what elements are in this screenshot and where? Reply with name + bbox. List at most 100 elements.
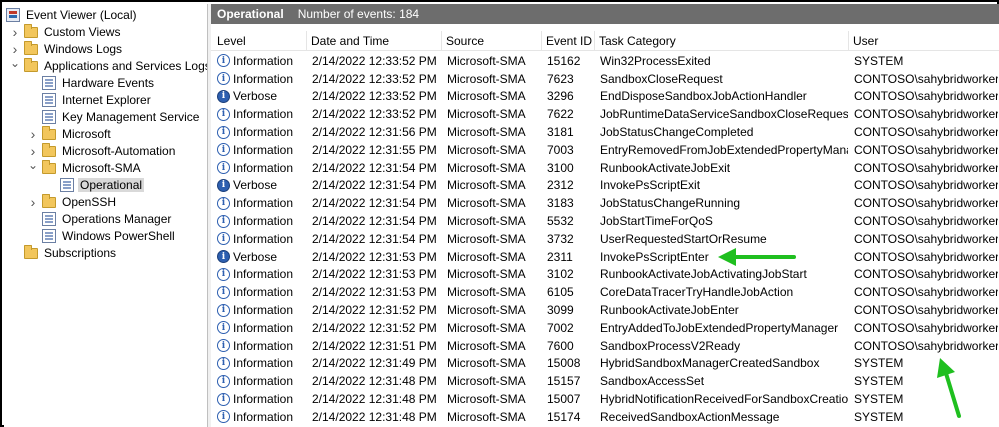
table-row[interactable]: i Information 2/14/2022 12:31:48 PM Microso… — [211, 408, 999, 426]
tree-item-microsoft-automation[interactable]: › Microsoft-Automation — [28, 142, 177, 159]
cell-event-id: 2312 — [547, 178, 574, 193]
tree-item-openssh[interactable]: › OpenSSH — [28, 193, 118, 210]
table-row[interactable]: i Information 2/14/2022 12:31:54 PM Microso… — [211, 212, 999, 230]
event-count: Number of events: 184 — [297, 7, 420, 21]
tree-root[interactable]: Event Viewer (Local) — [6, 6, 139, 23]
log-icon — [42, 92, 56, 107]
cell-level: i Information — [217, 70, 305, 88]
cell-level: i Information — [217, 301, 305, 319]
cell-date-time: 2/14/2022 12:31:54 PM — [312, 178, 437, 193]
table-row[interactable]: i Information 2/14/2022 12:31:51 PM Microso… — [211, 337, 999, 355]
table-row[interactable]: i Information 2/14/2022 12:31:54 PM Microso… — [211, 194, 999, 212]
table-row[interactable]: i Information 2/14/2022 12:31:52 PM Microso… — [211, 301, 999, 319]
table-row[interactable]: i Information 2/14/2022 12:31:53 PM Microso… — [211, 266, 999, 284]
cell-level: i Information — [217, 105, 305, 123]
chevron-right-icon[interactable]: › — [10, 24, 20, 40]
column-header-task-category[interactable]: Task Category — [595, 31, 849, 51]
information-icon: i — [217, 214, 230, 228]
cell-event-id: 15157 — [547, 374, 581, 389]
cell-date-time: 2/14/2022 12:31:55 PM — [312, 142, 437, 157]
column-header-event-id[interactable]: Event ID — [542, 31, 595, 51]
table-row[interactable]: i Information 2/14/2022 12:31:48 PM Microso… — [211, 390, 999, 408]
log-name: Operational — [217, 7, 284, 21]
table-row[interactable]: i Information 2/14/2022 12:31:55 PM Microso… — [211, 141, 999, 159]
information-icon: i — [217, 125, 230, 139]
table-row[interactable]: i Information 2/14/2022 12:31:52 PM Microso… — [211, 319, 999, 337]
cell-user: CONTOSO\sahybridworker — [854, 71, 998, 86]
cell-task-category: InvokePsScriptExit — [600, 178, 701, 193]
chevron-right-icon[interactable]: › — [28, 143, 38, 159]
cell-level: i Information — [217, 212, 305, 230]
folder-icon — [42, 160, 56, 174]
column-header-level[interactable]: Level — [213, 31, 307, 51]
table-row[interactable]: i Information 2/14/2022 12:31:48 PM Microso… — [211, 372, 999, 390]
table-row[interactable]: i Information 2/14/2022 12:33:52 PM Microso… — [211, 105, 999, 123]
table-row[interactable]: i Verbose 2/14/2022 12:33:52 PM Microsoft-S… — [211, 88, 999, 106]
table-row[interactable]: i Information 2/14/2022 12:31:54 PM Microso… — [211, 159, 999, 177]
cell-date-time: 2/14/2022 12:33:52 PM — [312, 107, 437, 122]
table-row[interactable]: i Information 2/14/2022 12:33:52 PM Microso… — [211, 70, 999, 88]
tree-item-microsoft-sma[interactable]: ⌄ Microsoft-SMA — [28, 158, 143, 176]
folder-icon — [24, 58, 38, 72]
chevron-down-icon[interactable]: ⌄ — [28, 158, 38, 172]
cell-event-id: 3102 — [547, 267, 574, 282]
tree-item-microsoft[interactable]: › Microsoft — [28, 125, 113, 142]
tree-item-operational[interactable]: Operational — [46, 176, 145, 193]
tree-item-label: OpenSSH — [62, 194, 117, 209]
tree-item-applications-and-services-logs[interactable]: ⌄ Applications and Services Logs — [10, 56, 207, 74]
tree-item-operations-manager[interactable]: Operations Manager — [28, 210, 173, 227]
chevron-down-icon[interactable]: ⌄ — [10, 56, 20, 70]
event-viewer-icon — [6, 7, 20, 22]
cell-date-time: 2/14/2022 12:31:54 PM — [312, 196, 437, 211]
information-icon: i — [217, 161, 230, 175]
column-header-date-and-time[interactable]: Date and Time — [307, 31, 442, 51]
information-icon: i — [217, 196, 230, 210]
cell-level: i Information — [217, 159, 305, 177]
table-row[interactable]: i Information 2/14/2022 12:33:52 PM Microso… — [211, 52, 999, 70]
cell-level: i Information — [217, 123, 305, 141]
cell-user: CONTOSO\sahybridworker — [854, 249, 998, 264]
cell-task-category: RunbookActivateJobEnter — [600, 303, 739, 318]
tree-item-windows-powershell[interactable]: Windows PowerShell — [28, 227, 177, 244]
tree-item-key-management-service[interactable]: Key Management Service — [28, 108, 201, 125]
table-row[interactable]: i Information 2/14/2022 12:31:53 PM Microso… — [211, 283, 999, 301]
level-text: Information — [233, 374, 294, 389]
chevron-right-icon[interactable]: › — [10, 41, 20, 57]
level-text: Information — [233, 142, 294, 157]
tree-item-windows-logs[interactable]: › Windows Logs — [10, 40, 124, 57]
cell-event-id: 15162 — [547, 53, 581, 68]
cell-event-id: 3100 — [547, 160, 574, 175]
cell-level: i Information — [217, 194, 305, 212]
information-icon: i — [217, 54, 230, 68]
tree-item-hardware-events[interactable]: Hardware Events — [28, 74, 156, 91]
column-header-user[interactable]: User — [849, 31, 999, 51]
cell-level: i Information — [217, 372, 305, 390]
table-row[interactable]: i Verbose 2/14/2022 12:31:53 PM Microsoft-S… — [211, 248, 999, 266]
cell-event-id: 7600 — [547, 338, 574, 353]
column-header-source[interactable]: Source — [442, 31, 542, 51]
tree-item-subscriptions[interactable]: Subscriptions — [10, 244, 118, 261]
cell-user: SYSTEM — [854, 409, 904, 424]
cell-event-id: 15008 — [547, 356, 581, 371]
cell-event-id: 3296 — [547, 89, 574, 104]
cell-event-id: 3181 — [547, 125, 574, 140]
table-row[interactable]: i Information 2/14/2022 12:31:49 PM Microso… — [211, 355, 999, 373]
verbose-icon: i — [217, 178, 230, 192]
cell-date-time: 2/14/2022 12:31:49 PM — [312, 356, 437, 371]
cell-event-id: 7003 — [547, 142, 574, 157]
chevron-right-icon[interactable]: › — [28, 194, 38, 210]
cell-user: CONTOSO\sahybridworker — [854, 142, 998, 157]
level-text: Information — [233, 196, 294, 211]
level-text: Information — [233, 356, 294, 371]
cell-source: Microsoft-SMA — [447, 214, 526, 229]
tree-item-label: Microsoft-SMA — [62, 160, 141, 175]
tree-item-custom-views[interactable]: › Custom Views — [10, 23, 122, 40]
table-row[interactable]: i Verbose 2/14/2022 12:31:54 PM Microsoft-S… — [211, 177, 999, 195]
table-row[interactable]: i Information 2/14/2022 12:31:54 PM Microso… — [211, 230, 999, 248]
cell-task-category: ReceivedSandboxActionMessage — [600, 409, 780, 424]
chevron-right-icon[interactable]: › — [28, 126, 38, 142]
tree-item-label: Windows PowerShell — [62, 228, 175, 243]
tree-item-internet-explorer[interactable]: Internet Explorer — [28, 91, 153, 108]
table-row[interactable]: i Information 2/14/2022 12:31:56 PM Microso… — [211, 123, 999, 141]
